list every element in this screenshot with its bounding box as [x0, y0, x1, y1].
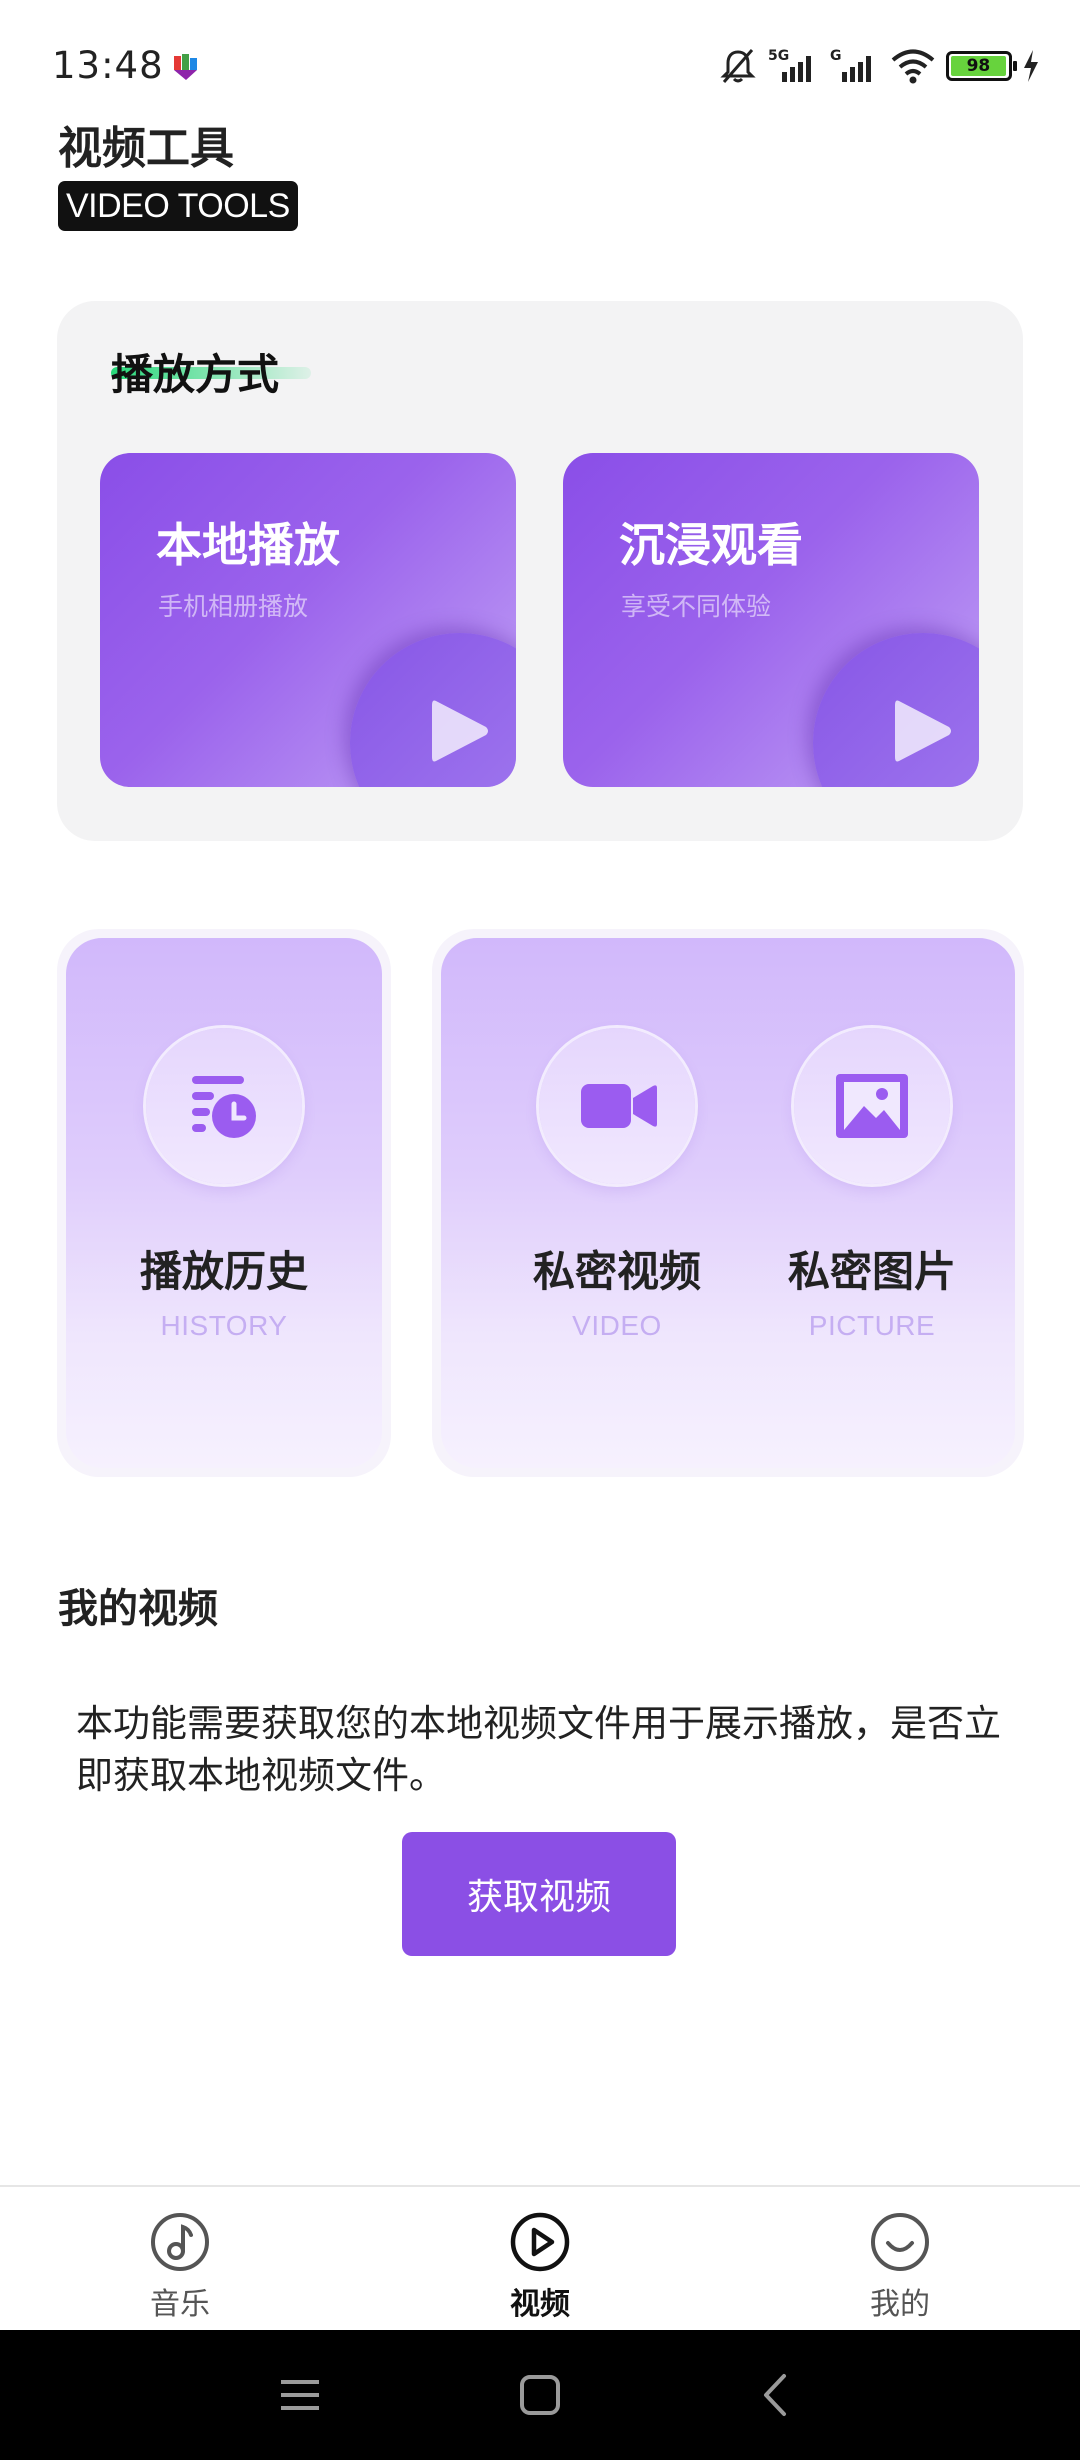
- play-circle-icon: [510, 2212, 570, 2272]
- bottom-nav: 音乐 视频 我的: [0, 2185, 1080, 2330]
- image-icon: [836, 1074, 908, 1138]
- play-icon: [432, 700, 488, 762]
- signal-icon: G: [830, 48, 871, 82]
- signal-icon: 5G: [768, 48, 811, 82]
- nav-label-video: 视频: [510, 2287, 570, 2322]
- network-label-g: G: [830, 48, 842, 64]
- video-camera-icon: [581, 1084, 657, 1128]
- history-icon-circle: [146, 1028, 302, 1184]
- wifi-icon: [891, 49, 935, 84]
- permission-text: 本功能需要获取您的本地视频文件用于展示播放，是否立即获取本地视频文件。: [76, 1702, 1001, 1797]
- notification-app-icon: [174, 54, 197, 80]
- private-video-en-label: VIDEO: [572, 1310, 662, 1341]
- page-subtitle-badge: VIDEO TOOLS: [58, 181, 298, 231]
- local-play-card[interactable]: 本地播放 手机相册播放: [100, 453, 516, 787]
- immersive-play-title: 沉浸观看: [619, 518, 803, 572]
- history-en-label: HISTORY: [160, 1310, 288, 1341]
- network-label-5g: 5G: [768, 48, 789, 64]
- music-note-icon: [151, 2213, 209, 2271]
- local-play-title: 本地播放: [156, 518, 340, 572]
- nav-item-video[interactable]: 视频: [460, 2211, 620, 2322]
- charging-icon: [1024, 50, 1038, 82]
- private-picture-item[interactable]: 私密图片 PICTURE: [742, 938, 1002, 1458]
- status-bar: 13:48 5G G 98: [0, 0, 1080, 120]
- mute-bell-icon: [720, 49, 756, 83]
- immersive-play-subtitle: 享受不同体验: [621, 592, 772, 621]
- history-label: 播放历史: [139, 1247, 308, 1296]
- private-video-label: 私密视频: [532, 1247, 701, 1296]
- smiley-face-icon: [871, 2213, 929, 2271]
- private-picture-label: 私密图片: [787, 1247, 956, 1296]
- home-icon[interactable]: [515, 2370, 565, 2420]
- nav-item-music[interactable]: 音乐: [100, 2211, 260, 2322]
- my-videos-title: 我的视频: [58, 1586, 218, 1632]
- battery-level: 98: [951, 56, 1006, 76]
- private-card-inner: 私密视频 VIDEO 私密图片 PICTURE: [441, 938, 1015, 1468]
- battery-icon: 98: [946, 51, 1017, 81]
- private-picture-en-label: PICTURE: [808, 1310, 936, 1341]
- history-item[interactable]: 播放历史 HISTORY: [94, 938, 354, 1458]
- local-play-subtitle: 手机相册播放: [158, 592, 309, 621]
- fetch-videos-button[interactable]: 获取视频: [402, 1832, 676, 1956]
- system-nav-bar: [0, 2330, 1080, 2460]
- history-card-inner: 播放历史 HISTORY: [66, 938, 382, 1468]
- play-mode-heading: 播放方式: [111, 350, 280, 399]
- status-icons: 5G G 98: [718, 44, 1040, 88]
- immersive-play-card[interactable]: 沉浸观看 享受不同体验: [563, 453, 979, 787]
- nav-item-mine[interactable]: 我的: [820, 2211, 980, 2322]
- private-video-icon-circle: [539, 1028, 695, 1184]
- play-mode-panel: 播放方式 本地播放 手机相册播放 沉浸观看 享受不同体验: [57, 301, 1023, 841]
- page-title: 视频工具: [58, 123, 234, 174]
- private-picture-icon-circle: [794, 1028, 950, 1184]
- video-tools-page: 13:48 5G G 98 视频工具 VIDEO TOOLS 播放方式 本地播放…: [0, 0, 1080, 2460]
- history-list-clock-icon: [192, 1076, 256, 1138]
- private-card: 私密视频 VIDEO 私密图片 PICTURE: [432, 929, 1024, 1477]
- nav-label-music: 音乐: [150, 2287, 210, 2322]
- status-time: 13:48: [52, 44, 164, 87]
- history-card[interactable]: 播放历史 HISTORY: [57, 929, 391, 1477]
- private-video-item[interactable]: 私密视频 VIDEO: [487, 938, 747, 1458]
- play-icon: [895, 700, 951, 762]
- back-icon[interactable]: [752, 2370, 802, 2420]
- menu-icon[interactable]: [275, 2370, 325, 2420]
- nav-label-mine: 我的: [870, 2287, 930, 2322]
